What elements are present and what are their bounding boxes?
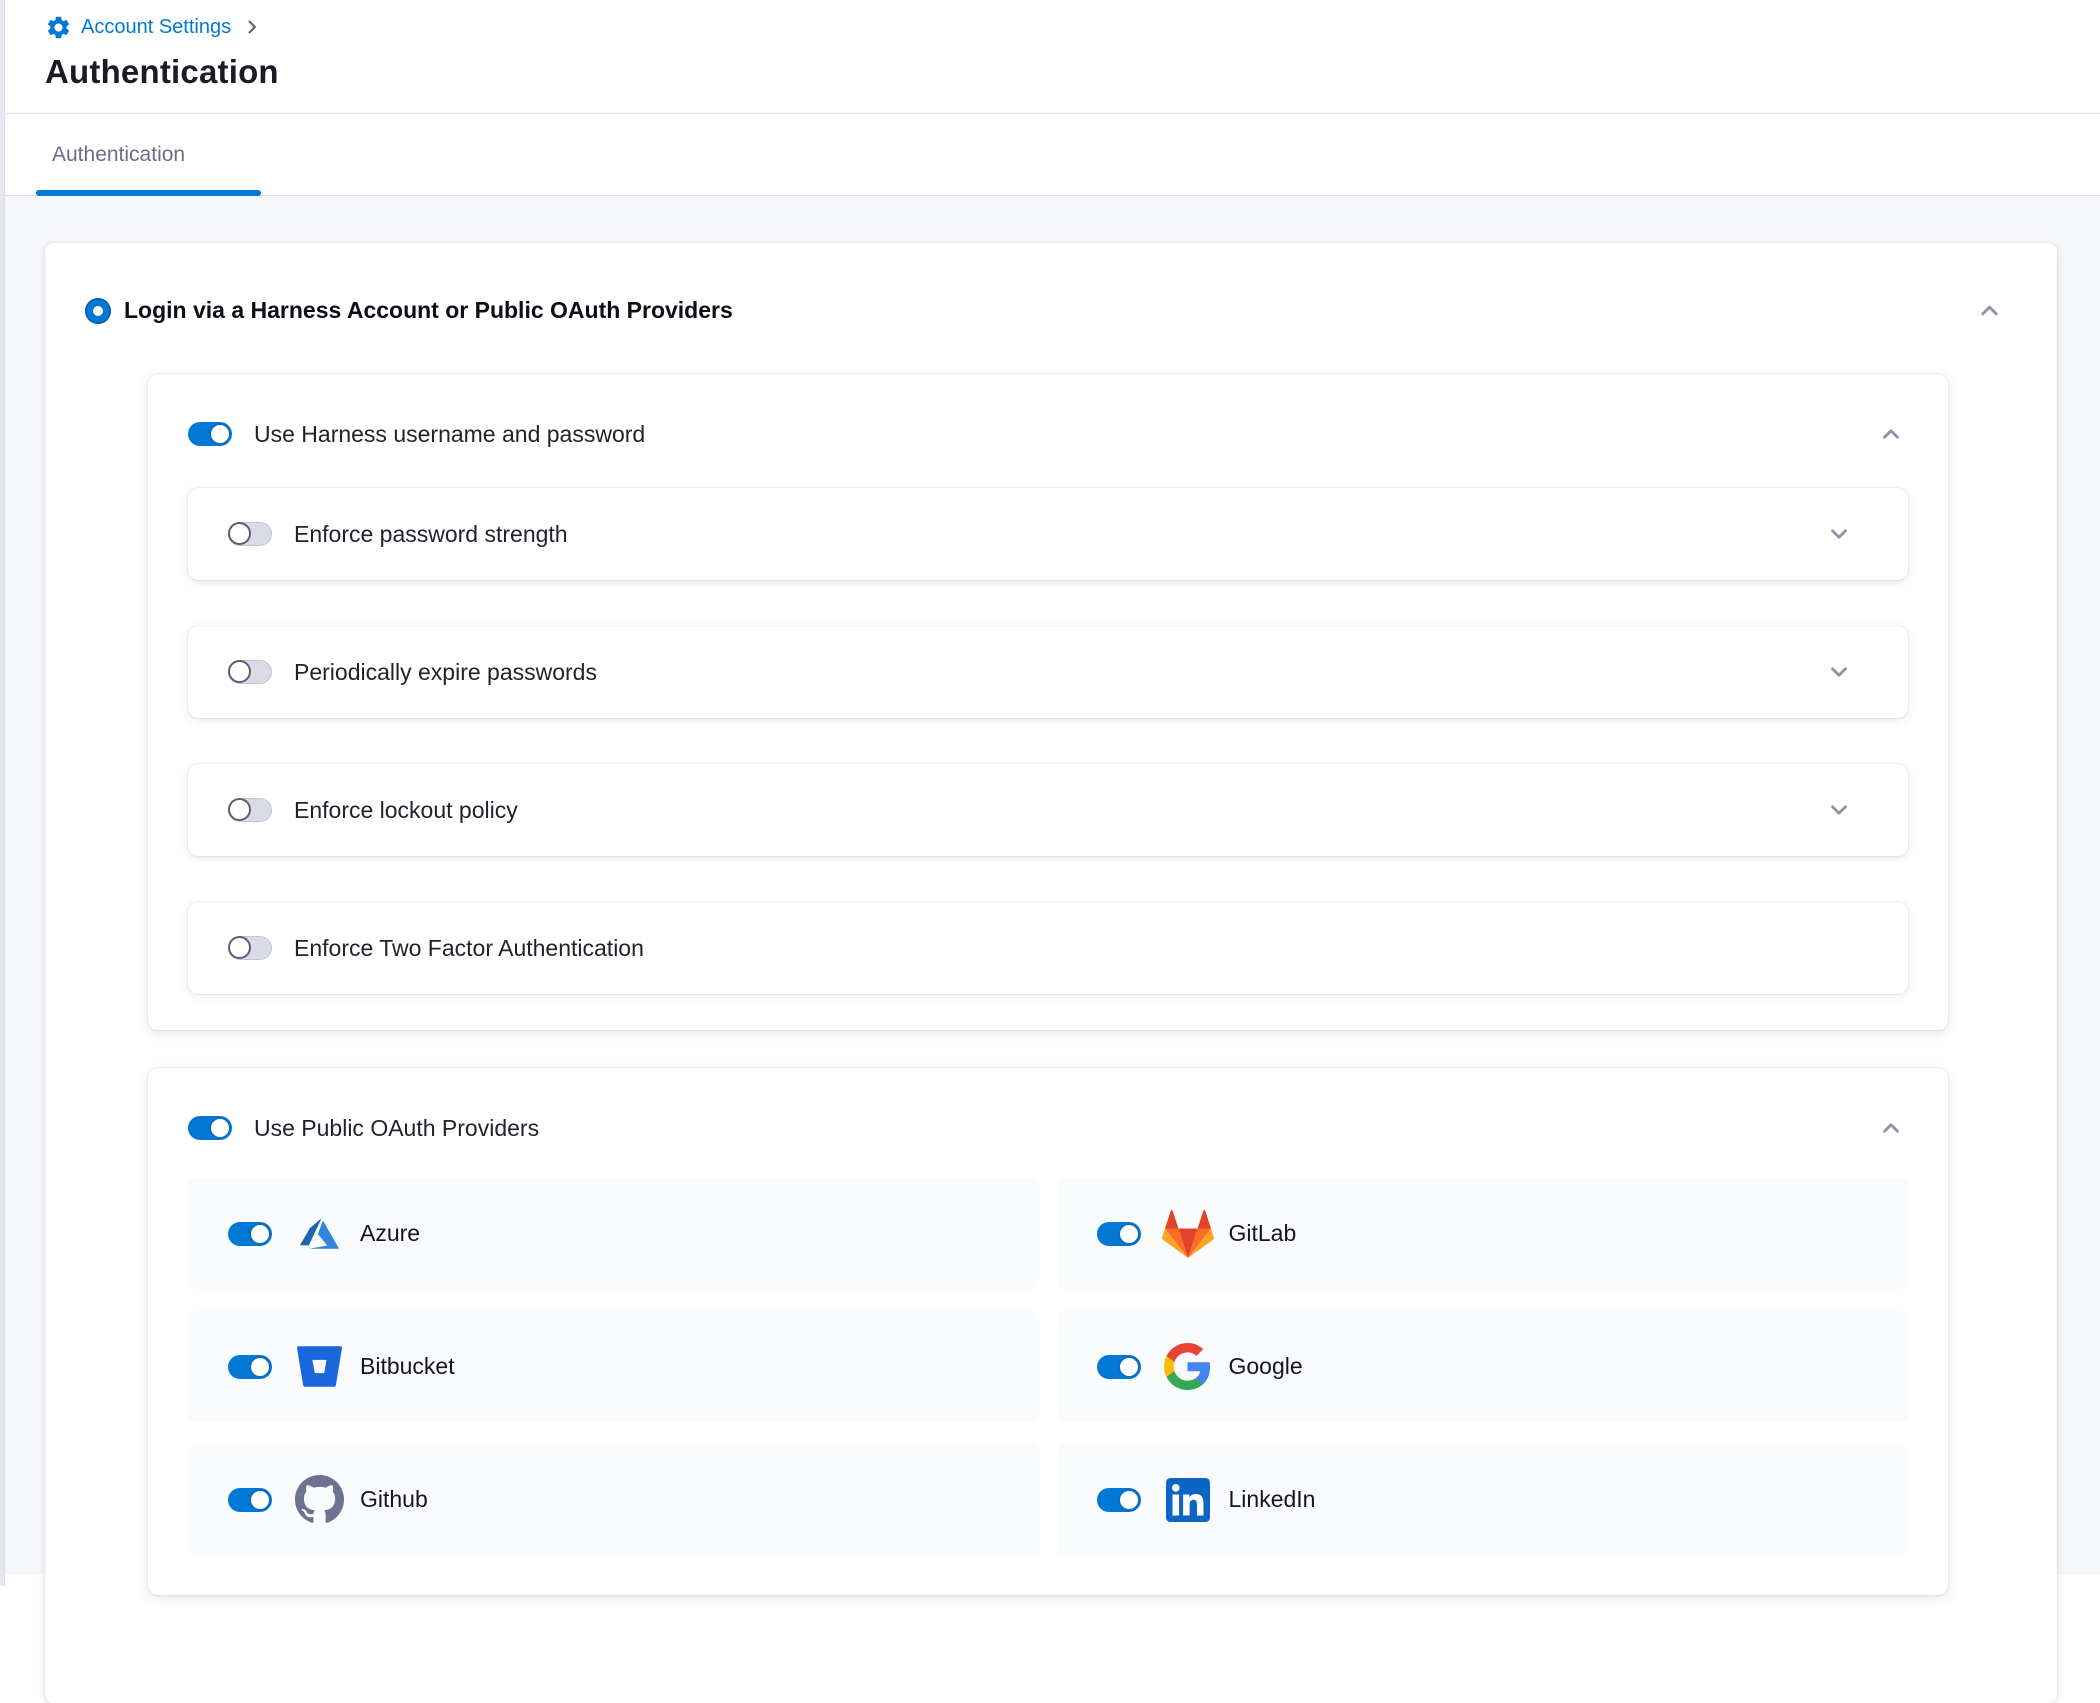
google-icon [1161,1339,1215,1395]
google-toggle[interactable] [1097,1355,1141,1379]
linkedin-icon [1161,1472,1215,1528]
expand-button[interactable] [1822,793,1856,827]
expand-button[interactable] [1822,655,1856,689]
bitbucket-toggle[interactable] [228,1355,272,1379]
azure-toggle[interactable] [228,1222,272,1246]
username-password-collapse-button[interactable] [1874,417,1908,451]
expand-button[interactable] [1822,517,1856,551]
login-method-radio[interactable] [85,298,111,324]
content-area: Login via a Harness Account or Public OA… [0,196,2100,1574]
provider-label: Github [360,1486,428,1513]
provider-label: LinkedIn [1229,1486,1316,1513]
github-icon [292,1472,346,1528]
option-label: Periodically expire passwords [294,659,597,686]
provider-tile-gitlab: GitLab [1057,1178,1909,1289]
section-title: Login via a Harness Account or Public OA… [124,297,733,324]
azure-icon [292,1206,346,1262]
chevron-down-icon [1826,521,1852,547]
provider-label: Azure [360,1220,420,1247]
provider-tile-linkedin: LinkedIn [1057,1444,1909,1555]
panel-edge-strip [0,0,5,1586]
expire-passwords-toggle[interactable] [228,660,272,684]
provider-label: Google [1229,1353,1303,1380]
github-toggle[interactable] [228,1488,272,1512]
username-password-toggle[interactable] [188,422,232,446]
chevron-down-icon [1826,797,1852,823]
option-label: Enforce password strength [294,521,568,548]
provider-grid: Azure [188,1178,1908,1555]
linkedin-toggle[interactable] [1097,1488,1141,1512]
chevron-up-icon [1878,1115,1904,1141]
two-factor-toggle[interactable] [228,936,272,960]
gitlab-icon [1161,1206,1215,1262]
page-header: Account Settings Authentication [0,0,2100,113]
username-password-title: Use Harness username and password [254,421,645,448]
oauth-providers-title: Use Public OAuth Providers [254,1115,539,1142]
oauth-providers-toggle[interactable] [188,1116,232,1140]
provider-label: Bitbucket [360,1353,455,1380]
oauth-collapse-button[interactable] [1874,1111,1908,1145]
option-periodically-expire-passwords: Periodically expire passwords [188,626,1908,718]
option-label: Enforce Two Factor Authentication [294,935,644,962]
tab-bar: Authentication [0,114,2100,196]
provider-tile-bitbucket: Bitbucket [188,1311,1040,1422]
chevron-down-icon [1826,659,1852,685]
option-label: Enforce lockout policy [294,797,518,824]
username-password-panel: Use Harness username and password Enforc… [148,374,1948,1030]
chevron-up-icon [1878,421,1904,447]
breadcrumb: Account Settings [45,10,2100,44]
enforce-password-strength-toggle[interactable] [228,522,272,546]
oauth-providers-panel: Use Public OAuth Providers [148,1068,1948,1595]
tab-authentication[interactable]: Authentication [52,114,185,196]
active-tab-indicator [36,190,261,196]
option-enforce-lockout-policy: Enforce lockout policy [188,764,1908,856]
oauth-providers-header: Use Public OAuth Providers [188,1104,1908,1152]
chevron-up-icon [1976,297,2003,324]
provider-label: GitLab [1229,1220,1297,1247]
option-enforce-two-factor: Enforce Two Factor Authentication [188,902,1908,994]
gear-icon [45,14,72,41]
option-enforce-password-strength: Enforce password strength [188,488,1908,580]
provider-tile-azure: Azure [188,1178,1040,1289]
breadcrumb-account-settings-link[interactable]: Account Settings [45,14,231,41]
auth-settings-card: Login via a Harness Account or Public OA… [45,243,2057,1703]
page-title: Authentication [45,53,2100,113]
breadcrumb-label: Account Settings [81,16,231,39]
lockout-policy-toggle[interactable] [228,798,272,822]
chevron-right-icon [242,17,262,37]
provider-tile-github: Github [188,1444,1040,1555]
bitbucket-icon [292,1339,346,1395]
username-password-header: Use Harness username and password [188,410,1908,458]
gitlab-toggle[interactable] [1097,1222,1141,1246]
provider-tile-google: Google [1057,1311,1909,1422]
login-method-section-header: Login via a Harness Account or Public OA… [85,293,2007,328]
password-options-list: Enforce password strength Periodically e… [188,488,1908,994]
section-collapse-button[interactable] [1972,293,2007,328]
